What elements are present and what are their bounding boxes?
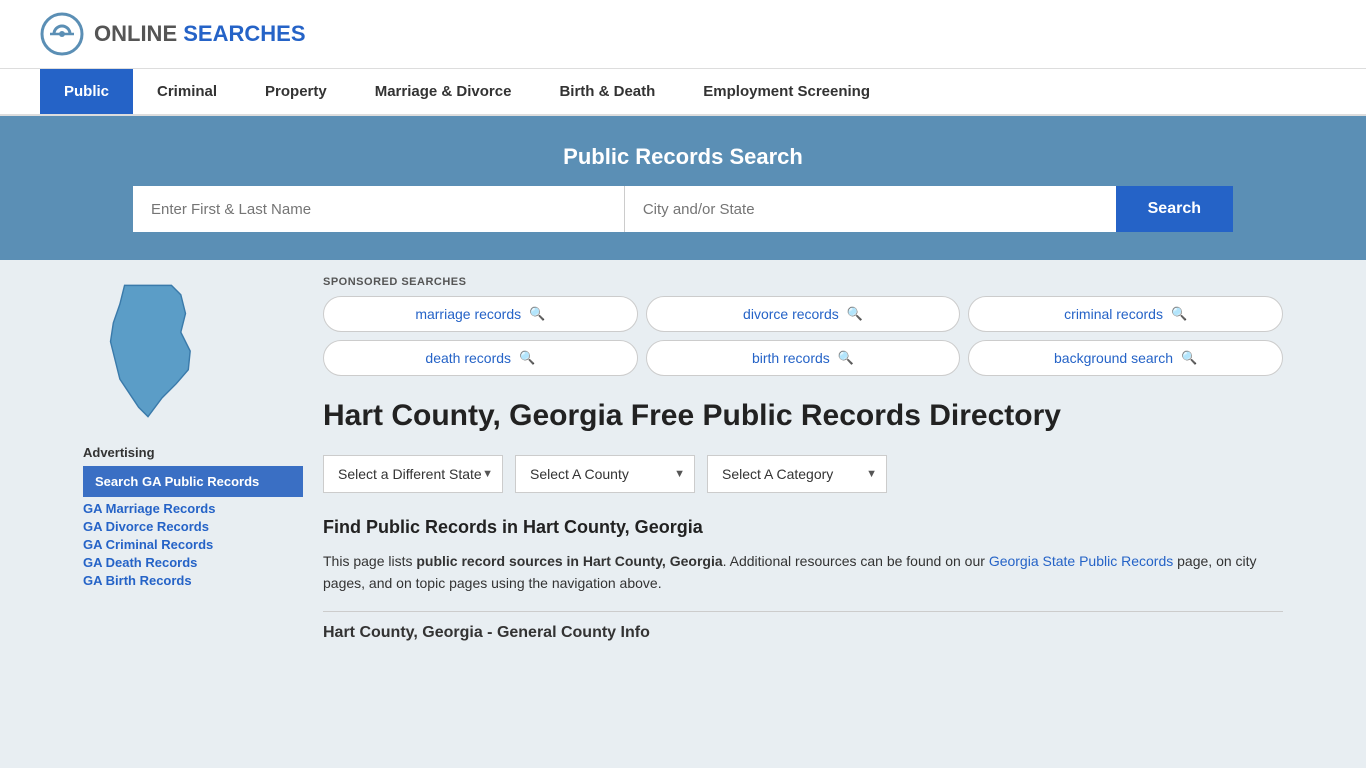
state-map	[83, 276, 303, 429]
county-dropdown-wrapper: Select A County	[515, 455, 695, 493]
sidebar-link-criminal[interactable]: GA Criminal Records	[83, 537, 303, 552]
search-pills: marriage records 🔍 divorce records 🔍 cri…	[323, 296, 1283, 376]
county-info-title: Hart County, Georgia - General County In…	[323, 624, 1283, 642]
search-bar: Search	[133, 186, 1233, 232]
sidebar-link-marriage[interactable]: GA Marriage Records	[83, 501, 303, 516]
logo-text: ONLINE SEARCHES	[94, 21, 306, 47]
main-container: Advertising Search GA Public Records GA …	[63, 260, 1303, 658]
sidebar-link-birth[interactable]: GA Birth Records	[83, 573, 303, 588]
sidebar: Advertising Search GA Public Records GA …	[83, 276, 303, 642]
name-input[interactable]	[133, 186, 625, 232]
main-nav: Public Criminal Property Marriage & Divo…	[0, 69, 1366, 116]
site-header: ONLINE SEARCHES	[0, 0, 1366, 69]
location-input[interactable]	[625, 186, 1116, 232]
nav-item-employment[interactable]: Employment Screening	[679, 69, 894, 114]
logo-icon	[40, 12, 84, 56]
find-text-1: This page lists	[323, 553, 416, 569]
find-text-bold: public record sources in Hart County, Ge…	[416, 553, 722, 569]
search-button[interactable]: Search	[1116, 186, 1233, 232]
page-title: Hart County, Georgia Free Public Records…	[323, 396, 1283, 435]
search-icon-4: 🔍	[519, 350, 535, 366]
find-text-2: . Additional resources can be found on o…	[723, 553, 989, 569]
hero-banner: Public Records Search Search	[0, 116, 1366, 260]
georgia-map-svg	[83, 276, 213, 426]
sidebar-link-death[interactable]: GA Death Records	[83, 555, 303, 570]
content-area: SPONSORED SEARCHES marriage records 🔍 di…	[323, 276, 1283, 642]
pill-criminal-label: criminal records	[1064, 306, 1163, 322]
search-icon-3: 🔍	[1171, 306, 1187, 322]
pill-divorce-label: divorce records	[743, 306, 839, 322]
category-dropdown-wrapper: Select A Category	[707, 455, 887, 493]
find-description: This page lists public record sources in…	[323, 550, 1283, 595]
pill-death-label: death records	[425, 350, 511, 366]
state-dropdown[interactable]: Select a Different State	[323, 455, 503, 493]
search-icon-5: 🔍	[838, 350, 854, 366]
sidebar-link-divorce[interactable]: GA Divorce Records	[83, 519, 303, 534]
pill-marriage-label: marriage records	[415, 306, 521, 322]
ad-block[interactable]: Search GA Public Records	[83, 466, 303, 497]
pill-marriage-records[interactable]: marriage records 🔍	[323, 296, 638, 332]
pill-birth-label: birth records	[752, 350, 830, 366]
hero-title: Public Records Search	[40, 144, 1326, 170]
search-icon-6: 🔍	[1181, 350, 1197, 366]
pill-death-records[interactable]: death records 🔍	[323, 340, 638, 376]
search-icon-1: 🔍	[529, 306, 545, 322]
search-icon-2: 🔍	[847, 306, 863, 322]
georgia-records-link[interactable]: Georgia State Public Records	[989, 553, 1173, 569]
section-divider	[323, 611, 1283, 612]
nav-item-property[interactable]: Property	[241, 69, 351, 114]
pill-criminal-records[interactable]: criminal records 🔍	[968, 296, 1283, 332]
county-dropdown[interactable]: Select A County	[515, 455, 695, 493]
pill-divorce-records[interactable]: divorce records 🔍	[646, 296, 961, 332]
pill-background-search[interactable]: background search 🔍	[968, 340, 1283, 376]
advertising-label: Advertising	[83, 445, 303, 460]
nav-item-marriage-divorce[interactable]: Marriage & Divorce	[351, 69, 536, 114]
dropdowns-row: Select a Different State Select A County…	[323, 455, 1283, 493]
sponsored-label: SPONSORED SEARCHES	[323, 276, 1283, 288]
state-dropdown-wrapper: Select a Different State	[323, 455, 503, 493]
nav-item-criminal[interactable]: Criminal	[133, 69, 241, 114]
nav-item-public[interactable]: Public	[40, 69, 133, 114]
nav-item-birth-death[interactable]: Birth & Death	[535, 69, 679, 114]
pill-birth-records[interactable]: birth records 🔍	[646, 340, 961, 376]
logo[interactable]: ONLINE SEARCHES	[40, 12, 306, 56]
pill-background-label: background search	[1054, 350, 1173, 366]
category-dropdown[interactable]: Select A Category	[707, 455, 887, 493]
find-title: Find Public Records in Hart County, Geor…	[323, 517, 1283, 538]
